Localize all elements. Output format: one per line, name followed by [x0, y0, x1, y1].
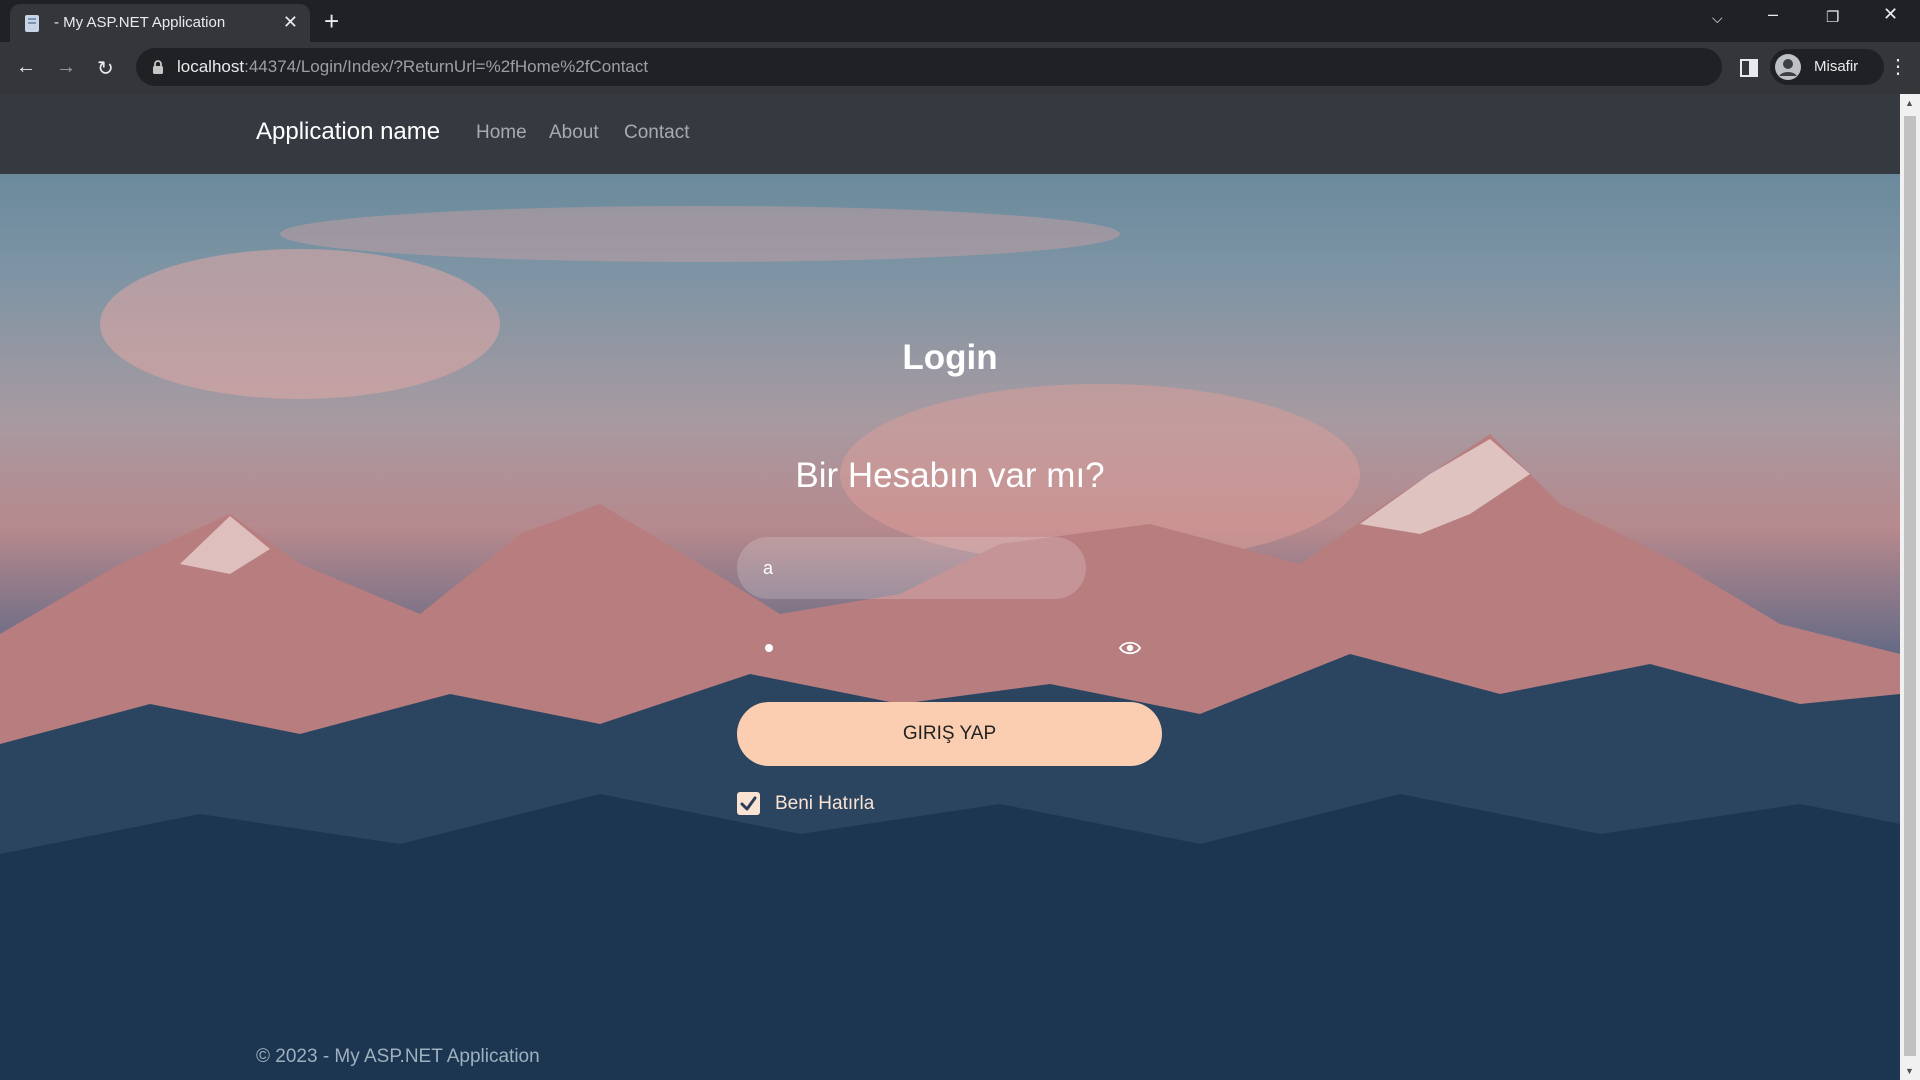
page-footer: © 2023 - My ASP.NET Application	[256, 1046, 540, 1067]
avatar-icon	[1775, 54, 1801, 80]
back-icon[interactable]: ←	[16, 56, 36, 79]
nav-link-contact[interactable]: Contact	[624, 122, 689, 144]
browser-toolbar: ← → ↻ localhost:44374/Login/Index/?Retur…	[0, 42, 1920, 94]
username-input[interactable]: a	[737, 537, 1086, 599]
login-subtitle: Bir Hesabın var mı?	[795, 456, 1105, 495]
nav-link-about[interactable]: About	[549, 122, 599, 144]
remember-me-label[interactable]: Beni Hatırla	[775, 793, 874, 815]
show-password-eye-icon[interactable]	[1119, 640, 1141, 656]
minimize-icon[interactable]: –	[1768, 4, 1778, 25]
login-heading: Login	[902, 338, 998, 377]
checkmark-icon	[740, 796, 757, 811]
reload-icon[interactable]: ↻	[97, 56, 114, 81]
forward-icon[interactable]: →	[56, 56, 76, 79]
scroll-up-arrow-icon[interactable]: ▲	[1905, 98, 1914, 108]
browser-tab[interactable]: - My ASP.NET Application ✕	[10, 4, 310, 42]
browser-menu-icon[interactable]: ⋮	[1888, 54, 1908, 79]
scroll-down-arrow-icon[interactable]: ▼	[1905, 1066, 1914, 1076]
side-panel-icon[interactable]	[1739, 58, 1759, 78]
tab-title: - My ASP.NET Application	[54, 14, 226, 31]
address-bar[interactable]: localhost:44374/Login/Index/?ReturnUrl=%…	[136, 48, 1722, 86]
page-viewport: Application name Home About Contact Logi…	[0, 94, 1900, 1080]
page-scrollbar[interactable]: ▲ ▼	[1900, 94, 1920, 1080]
browser-tab-strip: - My ASP.NET Application ✕ + ⌵ – ❐ ✕	[0, 0, 1920, 42]
restore-icon[interactable]: ❐	[1826, 8, 1839, 26]
tab-search-chevron-icon[interactable]: ⌵	[1712, 10, 1723, 27]
scrollbar-thumb[interactable]	[1904, 116, 1916, 1056]
profile-name: Misafir	[1814, 58, 1859, 75]
app-navbar: Application name Home About Contact	[0, 94, 1900, 174]
new-tab-icon[interactable]: +	[324, 6, 339, 37]
password-input[interactable]	[737, 617, 1086, 679]
password-mask-dot	[765, 644, 773, 652]
brand-link[interactable]: Application name	[256, 118, 440, 146]
login-submit-button[interactable]: GIRIŞ YAP	[737, 702, 1162, 766]
username-value: a	[763, 558, 774, 578]
close-window-icon[interactable]: ✕	[1883, 4, 1898, 25]
remember-me-checkbox[interactable]	[737, 792, 760, 815]
nav-link-home[interactable]: Home	[476, 122, 527, 144]
profile-button[interactable]: Misafir	[1770, 49, 1884, 85]
close-tab-icon[interactable]: ✕	[283, 12, 298, 33]
lock-icon	[153, 60, 163, 74]
page-icon	[25, 15, 39, 32]
url-text: localhost:44374/Login/Index/?ReturnUrl=%…	[177, 57, 649, 76]
